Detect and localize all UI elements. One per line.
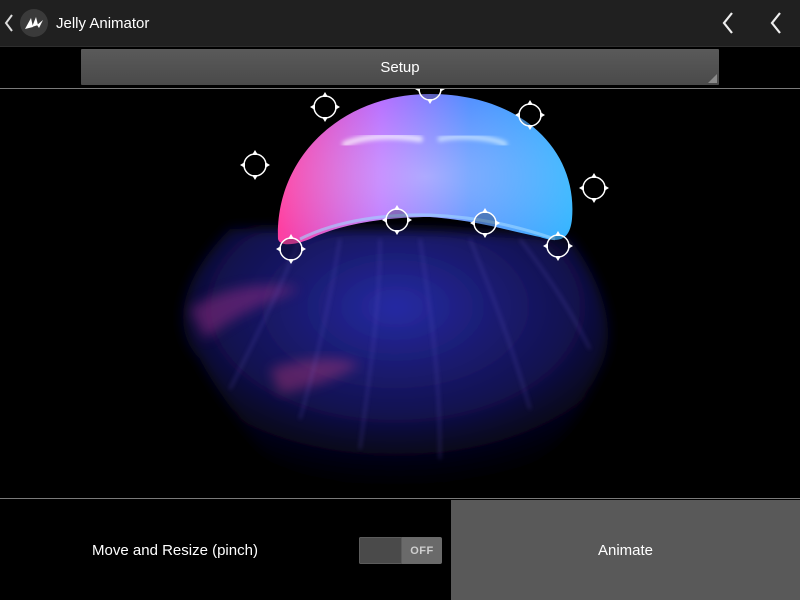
animate-button[interactable]: Animate [451, 500, 800, 600]
jellyfish-image [183, 94, 609, 489]
kivy-logo-icon [20, 9, 48, 37]
move-handle-icon[interactable] [469, 207, 501, 239]
move-resize-switch[interactable]: OFF [359, 537, 442, 564]
app-title: Jelly Animator [56, 14, 150, 32]
switch-thumb[interactable] [359, 537, 402, 564]
chevron-left-icon [770, 12, 781, 34]
move-handle-icon[interactable] [578, 172, 610, 204]
toolbar-action-1[interactable] [704, 0, 752, 47]
back-button[interactable] [0, 0, 18, 47]
action-bar: Jelly Animator [0, 0, 800, 47]
move-handle-icon[interactable] [381, 204, 413, 236]
chevron-left-icon [722, 12, 733, 34]
dropdown-corner-icon [708, 74, 717, 83]
bottom-controls: Move and Resize (pinch) OFF Animate [0, 500, 800, 600]
jelly-canvas[interactable] [0, 88, 800, 499]
move-handle-icon[interactable] [309, 91, 341, 123]
move-resize-label: Move and Resize (pinch) [92, 541, 258, 559]
animate-button-label: Animate [597, 541, 654, 559]
move-handle-icon[interactable] [514, 99, 546, 131]
chevron-left-icon [4, 14, 13, 32]
move-handle-icon[interactable] [414, 88, 446, 105]
move-handle-icon[interactable] [239, 149, 271, 181]
setup-button[interactable]: Setup [81, 49, 719, 85]
move-handle-icon[interactable] [542, 230, 574, 262]
setup-button-label: Setup [380, 58, 420, 76]
switch-state-label: OFF [410, 544, 434, 557]
toolbar-action-2[interactable] [752, 0, 800, 47]
move-handle-icon[interactable] [275, 233, 307, 265]
setup-row: Setup [0, 47, 800, 87]
